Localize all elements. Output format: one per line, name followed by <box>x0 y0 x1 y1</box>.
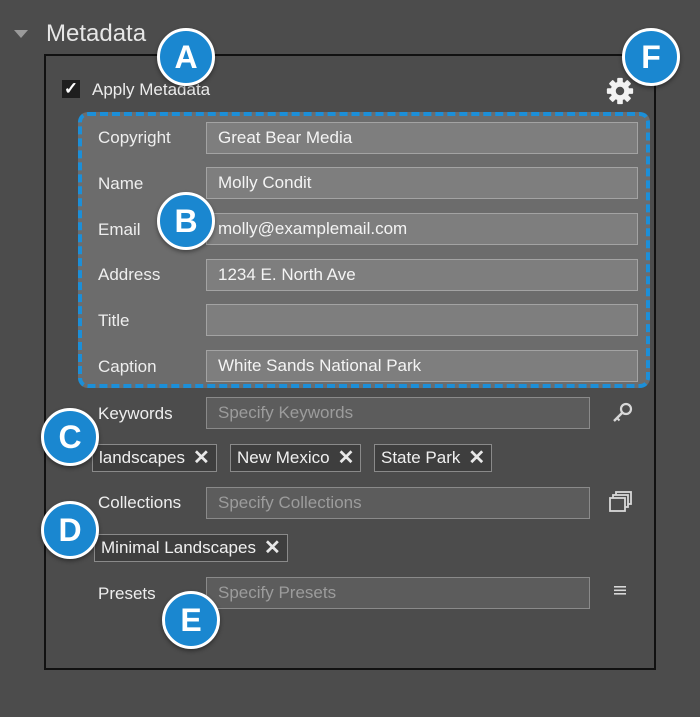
copyright-label: Copyright <box>98 128 171 147</box>
section-title: Metadata <box>46 20 147 47</box>
name-label: Name <box>98 174 144 193</box>
callout-badge-e: E <box>162 591 220 649</box>
remove-tag-icon[interactable]: ✕ <box>468 448 485 468</box>
callout-badge-a: A <box>157 28 215 86</box>
menu-lines-icon[interactable] <box>612 584 628 598</box>
title-field[interactable] <box>206 304 638 336</box>
remove-tag-icon[interactable]: ✕ <box>338 448 355 468</box>
collection-tag: Minimal Landscapes ✕ <box>94 534 288 562</box>
email-field[interactable]: molly@examplemail.com <box>206 213 638 245</box>
callout-badge-b: B <box>157 192 215 250</box>
collapse-triangle-icon[interactable] <box>14 30 28 38</box>
caption-field[interactable]: White Sands National Park <box>206 350 638 382</box>
callout-badge-f: F <box>622 28 680 86</box>
caption-label: Caption <box>98 357 157 376</box>
remove-tag-icon[interactable]: ✕ <box>193 448 210 468</box>
collections-input[interactable]: Specify Collections <box>206 487 590 519</box>
name-field[interactable]: Molly Condit <box>206 167 638 199</box>
keyword-tag: landscapes ✕ <box>92 444 217 472</box>
tag-label: New Mexico <box>237 448 330 467</box>
callout-badge-d: D <box>41 501 99 559</box>
keyword-tag: State Park ✕ <box>374 444 493 472</box>
keywords-label: Keywords <box>98 404 173 423</box>
remove-tag-icon[interactable]: ✕ <box>264 538 281 558</box>
tag-label: State Park <box>381 448 461 467</box>
email-label: Email <box>98 220 141 239</box>
title-label: Title <box>98 311 130 330</box>
presets-label: Presets <box>98 584 156 603</box>
keywords-input[interactable]: Specify Keywords <box>206 397 590 429</box>
tag-label: landscapes <box>99 448 186 467</box>
callout-badge-c: C <box>41 408 99 466</box>
collections-label: Collections <box>98 493 182 512</box>
gear-icon[interactable] <box>604 76 636 106</box>
apply-metadata-checkbox[interactable]: ✓ <box>62 80 80 98</box>
address-field[interactable]: 1234 E. North Ave <box>206 259 638 291</box>
copyright-field[interactable]: Great Bear Media <box>206 122 638 154</box>
key-icon[interactable] <box>610 401 634 425</box>
tag-label: Minimal Landscapes <box>101 538 256 557</box>
keyword-tag: New Mexico ✕ <box>230 444 362 472</box>
presets-input[interactable]: Specify Presets <box>206 577 590 609</box>
stacked-windows-icon[interactable] <box>608 490 634 514</box>
address-label: Address <box>98 265 161 284</box>
